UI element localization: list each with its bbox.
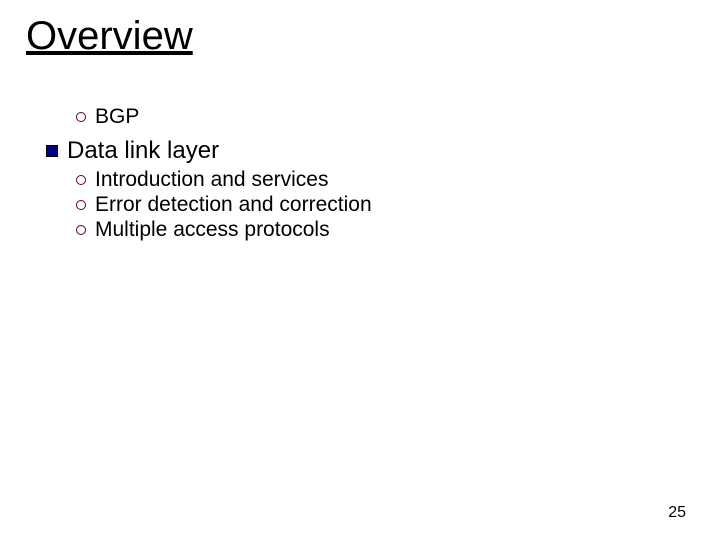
list-item: BGP bbox=[76, 105, 372, 129]
slide-content: BGP Data link layer Introduction and ser… bbox=[46, 105, 372, 243]
slide-title: Overview bbox=[26, 14, 193, 59]
item-label: BGP bbox=[95, 105, 139, 129]
item-label: Multiple access protocols bbox=[95, 218, 330, 242]
circle-bullet-icon bbox=[76, 175, 86, 185]
circle-bullet-icon bbox=[76, 200, 86, 210]
circle-bullet-icon bbox=[76, 225, 86, 235]
page-number: 25 bbox=[668, 504, 686, 522]
item-label: Error detection and correction bbox=[95, 193, 372, 217]
list-item: Multiple access protocols bbox=[76, 218, 372, 242]
item-label: Introduction and services bbox=[95, 168, 328, 192]
section-label: Data link layer bbox=[67, 137, 219, 165]
circle-bullet-icon bbox=[76, 112, 86, 122]
square-bullet-icon bbox=[46, 145, 58, 157]
list-item: Error detection and correction bbox=[76, 193, 372, 217]
section-item: Data link layer bbox=[46, 137, 372, 165]
list-item: Introduction and services bbox=[76, 168, 372, 192]
